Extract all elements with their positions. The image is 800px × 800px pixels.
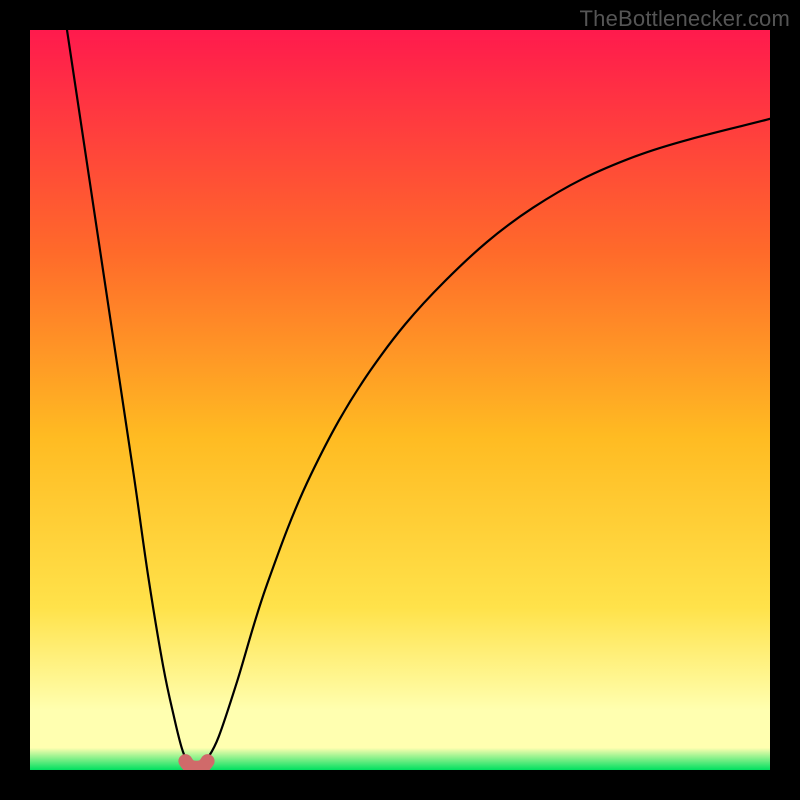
- outer-frame: TheBottlenecker.com: [0, 0, 800, 800]
- curves-layer: [30, 30, 770, 770]
- valley-marker: [185, 761, 207, 768]
- watermark-text: TheBottlenecker.com: [580, 6, 790, 32]
- right-branch-curve: [202, 119, 770, 764]
- plot-area: [30, 30, 770, 770]
- left-branch-curve: [67, 30, 191, 764]
